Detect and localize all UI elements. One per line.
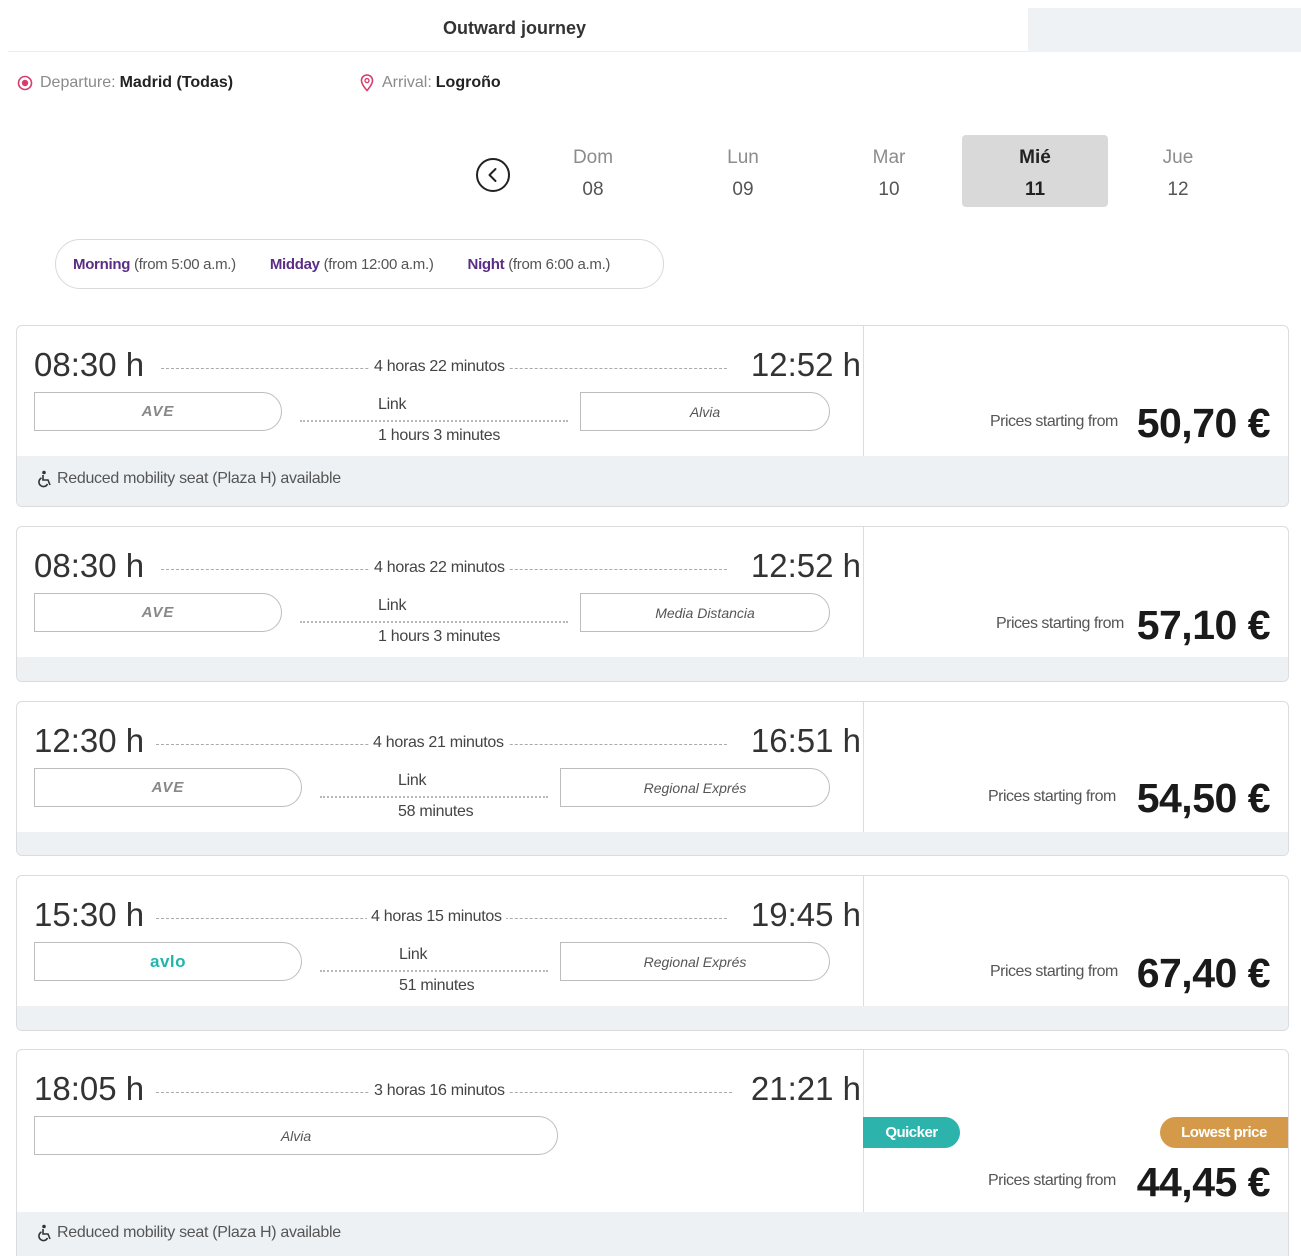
arrival-time: 12:52 h [750, 547, 861, 584]
previous-dates-button[interactable] [476, 158, 510, 192]
link-label: Link [378, 396, 407, 413]
card-divider [863, 876, 864, 1007]
journey-card[interactable]: 12:30 h 4 horas 21 minutos 16:51 h AVE L… [16, 701, 1289, 856]
link-connector [300, 420, 568, 422]
arrival-time: 12:52 h [750, 346, 861, 383]
price-label: Prices starting from [990, 963, 1118, 980]
date-day: Mar [872, 147, 906, 168]
arrival-time: 16:51 h [750, 722, 861, 759]
departure-time: 18:05 h [34, 1070, 145, 1107]
date-day: Dom [572, 147, 614, 168]
journey-card[interactable]: 18:05 h 3 horas 16 minutos 21:21 h Alvia… [16, 1049, 1289, 1256]
arrival-label: Arrival: [382, 74, 432, 91]
date-day: Lun [727, 147, 759, 168]
departure-value: Madrid (Todas) [119, 74, 234, 91]
card-footer [17, 657, 1288, 681]
departure-time: 15:30 h [34, 896, 145, 933]
arrival-info: Arrival: Logroño [358, 72, 501, 94]
filter-night[interactable]: Night (from 6:00 a.m.) [468, 256, 611, 273]
regional-expres-train-logo: Regional Exprés [560, 942, 830, 981]
link-label: Link [398, 772, 427, 789]
journey-duration: 4 horas 21 minutos [369, 734, 508, 752]
wheelchair-icon [38, 470, 51, 488]
ave-train-logo: AVE [34, 768, 302, 807]
price-label: Prices starting from [990, 413, 1118, 430]
price-value[interactable]: 54,50 € [1137, 775, 1271, 822]
alvia-train-logo: Alvia [580, 392, 830, 431]
filter-midday[interactable]: Midday (from 12:00 a.m.) [270, 256, 434, 273]
card-divider [863, 527, 864, 658]
departure-label: Departure: [40, 74, 116, 91]
price-label: Prices starting from [988, 788, 1116, 805]
date-number: 08 [582, 179, 604, 200]
link-connector [320, 796, 548, 798]
link-label: Link [378, 597, 407, 614]
link-duration: 1 hours 3 minutes [378, 628, 501, 645]
card-divider [863, 326, 864, 458]
journey-card[interactable]: 08:30 h 4 horas 22 minutos 12:52 h AVE L… [16, 325, 1289, 507]
ave-train-logo: AVE [34, 392, 282, 431]
date-day: Mié [1019, 147, 1051, 168]
link-duration: 51 minutes [399, 977, 475, 994]
page-title: Outward journey [443, 18, 587, 38]
link-label: Link [399, 946, 428, 963]
wheelchair-icon [38, 1224, 51, 1242]
price-label: Prices starting from [988, 1172, 1116, 1189]
link-connector [320, 970, 548, 972]
arrival-time: 21:21 h [750, 1070, 861, 1107]
date-tab-selected[interactable]: Mié 11 [962, 135, 1108, 207]
date-day: Jue [1162, 147, 1194, 168]
price-value[interactable]: 57,10 € [1137, 602, 1271, 649]
date-number: 09 [732, 179, 754, 200]
departure-info: Departure: Madrid (Todas) [16, 72, 233, 94]
lowest-price-badge: Lowest price [1160, 1117, 1288, 1148]
card-footer: Reduced mobility seat (Plaza H) availabl… [17, 1212, 1288, 1256]
departure-time: 12:30 h [34, 722, 145, 759]
accessibility-note: Reduced mobility seat (Plaza H) availabl… [37, 1224, 341, 1242]
journey-card[interactable]: 08:30 h 4 horas 22 minutos 12:52 h AVE L… [16, 526, 1289, 682]
date-tab[interactable]: Jue 12 [1105, 135, 1251, 207]
arrival-value: Logroño [435, 74, 501, 91]
date-number: 11 [1024, 179, 1046, 200]
filter-morning[interactable]: Morning (from 5:00 a.m.) [73, 256, 236, 273]
date-number: 10 [878, 179, 900, 200]
radio-dot-icon [16, 74, 34, 92]
date-number: 12 [1167, 179, 1189, 200]
price-value[interactable]: 67,40 € [1137, 950, 1271, 997]
card-divider [863, 702, 864, 833]
card-footer [17, 1006, 1288, 1030]
regional-expres-train-logo: Regional Exprés [560, 768, 830, 807]
card-footer: Reduced mobility seat (Plaza H) availabl… [17, 456, 1288, 506]
card-footer [17, 832, 1288, 855]
time-of-day-filter: Morning (from 5:00 a.m.) Midday (from 12… [55, 239, 664, 289]
departure-time: 08:30 h [34, 346, 145, 383]
journey-duration: 4 horas 15 minutos [367, 908, 506, 926]
return-journey-tab[interactable] [1028, 8, 1301, 52]
link-connector [300, 621, 568, 623]
journey-duration: 4 horas 22 minutos [370, 358, 509, 376]
ave-train-logo: AVE [34, 593, 282, 632]
arrival-time: 19:45 h [750, 896, 861, 933]
accessibility-note: Reduced mobility seat (Plaza H) availabl… [37, 470, 341, 488]
price-label: Prices starting from [996, 615, 1124, 632]
page-header: Outward journey [8, 8, 1301, 52]
media-distancia-train-logo: Media Distancia [580, 593, 830, 632]
price-value[interactable]: 50,70 € [1137, 400, 1271, 447]
price-value[interactable]: 44,45 € [1137, 1159, 1271, 1206]
journey-duration: 4 horas 22 minutos [370, 559, 509, 577]
date-tab[interactable]: Lun 09 [670, 135, 816, 207]
link-duration: 1 hours 3 minutes [378, 427, 501, 444]
location-pin-icon [358, 74, 376, 92]
avlo-train-logo: avlo [34, 942, 302, 981]
date-tab[interactable]: Dom 08 [520, 135, 666, 207]
journey-duration: 3 horas 16 minutos [370, 1082, 509, 1100]
alvia-train-logo: Alvia [34, 1116, 558, 1155]
chevron-left-icon [488, 168, 497, 182]
quicker-badge: Quicker [863, 1117, 960, 1148]
date-tab[interactable]: Mar 10 [816, 135, 962, 207]
link-duration: 58 minutes [398, 803, 474, 820]
journey-card[interactable]: 15:30 h 4 horas 15 minutos 19:45 h avlo … [16, 875, 1289, 1031]
departure-time: 08:30 h [34, 547, 145, 584]
